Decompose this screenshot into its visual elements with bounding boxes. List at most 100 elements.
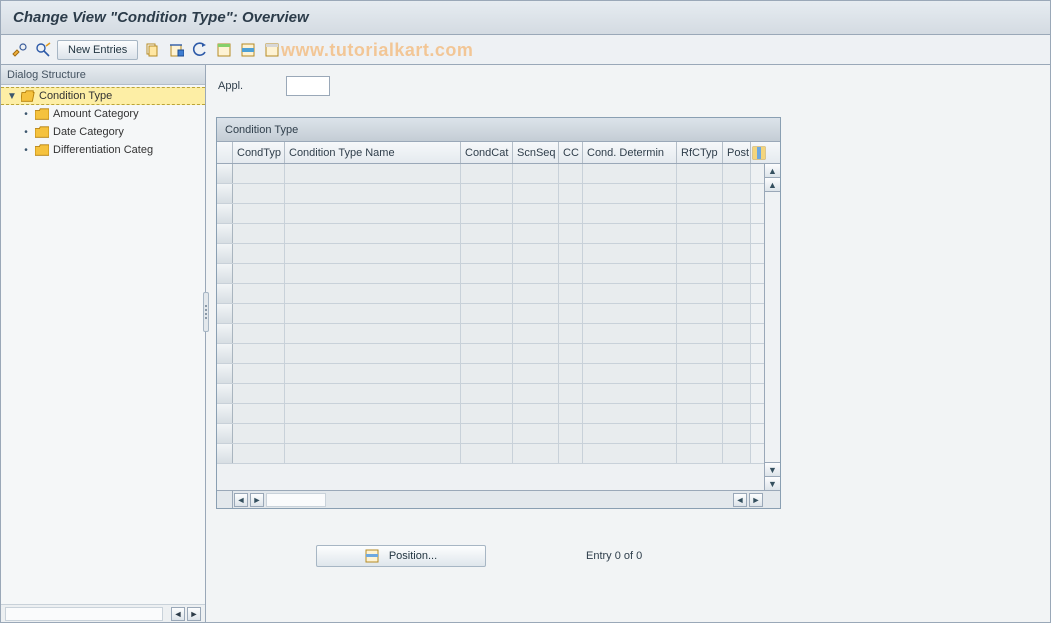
table-cell[interactable] xyxy=(461,444,513,463)
table-cell[interactable] xyxy=(233,284,285,303)
table-row[interactable] xyxy=(217,184,764,204)
table-cell[interactable] xyxy=(513,384,559,403)
table-cell[interactable] xyxy=(513,184,559,203)
delete-button[interactable] xyxy=(166,40,186,60)
select-all-button[interactable] xyxy=(214,40,234,60)
col-cond-determin[interactable]: Cond. Determin xyxy=(583,142,677,163)
table-cell[interactable] xyxy=(677,404,723,423)
table-cell[interactable] xyxy=(233,204,285,223)
table-row[interactable] xyxy=(217,324,764,344)
table-cell[interactable] xyxy=(461,304,513,323)
table-cell[interactable] xyxy=(233,304,285,323)
scroll-up-button[interactable]: ▲ xyxy=(765,164,780,178)
row-select-handle[interactable] xyxy=(217,444,233,463)
table-cell[interactable] xyxy=(285,264,461,283)
row-select-handle[interactable] xyxy=(217,224,233,243)
table-cell[interactable] xyxy=(513,164,559,183)
table-cell[interactable] xyxy=(723,424,751,443)
table-cell[interactable] xyxy=(723,344,751,363)
table-cell[interactable] xyxy=(233,404,285,423)
table-cell[interactable] xyxy=(461,284,513,303)
table-cell[interactable] xyxy=(285,304,461,323)
tree-node-date-category[interactable]: • Date Category xyxy=(1,123,205,141)
table-row[interactable] xyxy=(217,164,764,184)
table-row[interactable] xyxy=(217,284,764,304)
hscroll-right-button[interactable]: ► xyxy=(250,493,264,507)
row-select-handle[interactable] xyxy=(217,344,233,363)
table-cell[interactable] xyxy=(513,264,559,283)
table-row[interactable] xyxy=(217,424,764,444)
hscroll-left-button[interactable]: ◄ xyxy=(234,493,248,507)
table-row[interactable] xyxy=(217,364,764,384)
col-rfctyp[interactable]: RfCTyp xyxy=(677,142,723,163)
scroll-up-button-2[interactable]: ▲ xyxy=(765,178,780,192)
table-cell[interactable] xyxy=(559,404,583,423)
table-cell[interactable] xyxy=(285,204,461,223)
hscroll-track[interactable] xyxy=(266,493,326,507)
table-cell[interactable] xyxy=(677,184,723,203)
scroll-right-button[interactable]: ► xyxy=(187,607,201,621)
table-cell[interactable] xyxy=(677,324,723,343)
col-cc[interactable]: CC xyxy=(559,142,583,163)
tree-node-differentiation-categ[interactable]: • Differentiation Categ xyxy=(1,141,205,159)
table-row[interactable] xyxy=(217,444,764,464)
table-cell[interactable] xyxy=(285,244,461,263)
row-select-handle[interactable] xyxy=(217,204,233,223)
col-condcat[interactable]: CondCat xyxy=(461,142,513,163)
table-cell[interactable] xyxy=(723,204,751,223)
table-cell[interactable] xyxy=(677,344,723,363)
table-cell[interactable] xyxy=(461,224,513,243)
table-cell[interactable] xyxy=(461,164,513,183)
hscroll-right-end-button[interactable]: ► xyxy=(749,493,763,507)
table-row[interactable] xyxy=(217,224,764,244)
table-cell[interactable] xyxy=(513,304,559,323)
table-row[interactable] xyxy=(217,304,764,324)
table-cell[interactable] xyxy=(285,444,461,463)
table-cell[interactable] xyxy=(723,184,751,203)
tree-node-amount-category[interactable]: • Amount Category xyxy=(1,105,205,123)
table-cell[interactable] xyxy=(233,444,285,463)
table-cell[interactable] xyxy=(559,364,583,383)
tree-collapse-icon[interactable]: ▼ xyxy=(7,91,17,102)
row-select-handle[interactable] xyxy=(217,164,233,183)
table-cell[interactable] xyxy=(583,244,677,263)
table-cell[interactable] xyxy=(559,244,583,263)
table-row[interactable] xyxy=(217,264,764,284)
vscroll-track[interactable] xyxy=(765,192,780,462)
row-select-handle[interactable] xyxy=(217,184,233,203)
row-select-handle[interactable] xyxy=(217,324,233,343)
tree-node-condition-type[interactable]: ▼ Condition Type xyxy=(1,87,205,105)
table-cell[interactable] xyxy=(559,344,583,363)
row-select-handle[interactable] xyxy=(217,264,233,283)
table-cell[interactable] xyxy=(513,284,559,303)
table-cell[interactable] xyxy=(723,304,751,323)
table-cell[interactable] xyxy=(583,364,677,383)
splitter-handle[interactable] xyxy=(203,292,209,332)
row-select-handle[interactable] xyxy=(217,284,233,303)
table-cell[interactable] xyxy=(677,244,723,263)
table-cell[interactable] xyxy=(559,164,583,183)
table-cell[interactable] xyxy=(513,444,559,463)
scroll-down-button-2[interactable]: ▼ xyxy=(765,462,780,476)
table-cell[interactable] xyxy=(285,224,461,243)
table-cell[interactable] xyxy=(583,444,677,463)
select-block-button[interactable] xyxy=(238,40,258,60)
col-condition-type-name[interactable]: Condition Type Name xyxy=(285,142,461,163)
table-cell[interactable] xyxy=(559,224,583,243)
table-cell[interactable] xyxy=(583,344,677,363)
table-cell[interactable] xyxy=(513,424,559,443)
table-cell[interactable] xyxy=(583,404,677,423)
table-cell[interactable] xyxy=(723,264,751,283)
table-cell[interactable] xyxy=(677,424,723,443)
table-cell[interactable] xyxy=(513,404,559,423)
appl-input[interactable] xyxy=(286,76,330,96)
row-select-handle[interactable] xyxy=(217,404,233,423)
table-cell[interactable] xyxy=(233,344,285,363)
table-row[interactable] xyxy=(217,244,764,264)
table-cell[interactable] xyxy=(583,384,677,403)
table-cell[interactable] xyxy=(559,444,583,463)
table-cell[interactable] xyxy=(677,304,723,323)
table-cell[interactable] xyxy=(233,184,285,203)
table-cell[interactable] xyxy=(583,264,677,283)
scroll-down-button[interactable]: ▼ xyxy=(765,476,780,490)
